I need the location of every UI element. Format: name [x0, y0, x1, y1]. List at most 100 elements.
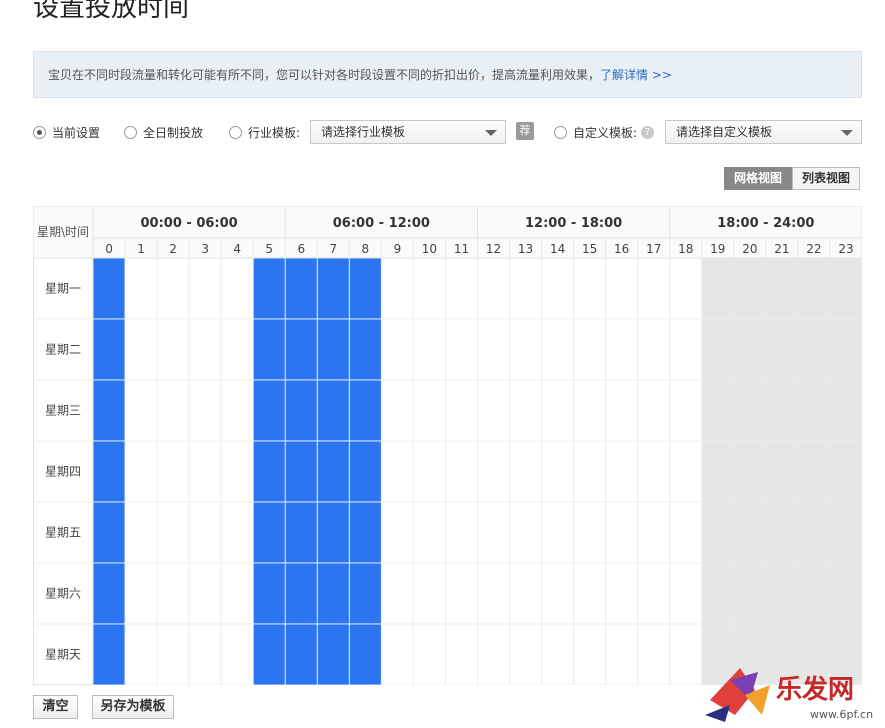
radio-industry-template[interactable] — [229, 126, 242, 139]
time-cell[interactable] — [380, 501, 414, 564]
time-cell[interactable] — [541, 257, 575, 320]
clear-button[interactable]: 清空 — [33, 695, 78, 719]
time-cell[interactable] — [701, 440, 735, 503]
time-cell[interactable] — [444, 562, 479, 625]
time-cell[interactable] — [669, 379, 703, 442]
help-icon[interactable]: ? — [641, 126, 655, 139]
time-cell[interactable] — [124, 562, 158, 625]
time-cell[interactable] — [284, 379, 318, 442]
time-cell[interactable] — [637, 379, 671, 442]
time-cell[interactable] — [92, 562, 126, 625]
time-cell[interactable] — [541, 318, 575, 381]
time-cell[interactable] — [156, 623, 190, 685]
time-cell[interactable] — [765, 257, 799, 320]
time-cell[interactable] — [477, 562, 511, 625]
time-cell[interactable] — [509, 623, 543, 685]
time-cell[interactable] — [380, 318, 414, 381]
time-cell[interactable] — [348, 562, 382, 625]
time-cell[interactable] — [637, 623, 671, 685]
time-cell[interactable] — [284, 318, 318, 381]
time-cell[interactable] — [669, 318, 703, 381]
time-cell[interactable] — [348, 257, 382, 320]
time-cell[interactable] — [412, 440, 446, 503]
time-cell[interactable] — [701, 562, 735, 625]
time-cell[interactable] — [252, 257, 286, 320]
time-cell[interactable] — [316, 562, 350, 625]
time-cell[interactable] — [156, 318, 190, 381]
time-cell[interactable] — [477, 623, 511, 685]
time-cell[interactable] — [284, 257, 318, 320]
time-cell[interactable] — [92, 379, 126, 442]
option-all-day[interactable]: 全日制投放 — [124, 124, 203, 141]
time-cell[interactable] — [797, 562, 831, 625]
time-cell[interactable] — [605, 562, 639, 625]
grid-view-button[interactable]: 网格视图 — [724, 167, 793, 190]
time-cell[interactable] — [477, 501, 511, 564]
save-template-button[interactable]: 另存为模板 — [92, 695, 174, 719]
time-cell[interactable] — [156, 440, 190, 503]
time-cell[interactable] — [637, 257, 671, 320]
time-cell[interactable] — [220, 440, 254, 503]
time-cell[interactable] — [252, 379, 286, 442]
time-cell[interactable] — [348, 318, 382, 381]
time-cell[interactable] — [316, 440, 350, 503]
time-cell[interactable] — [220, 562, 254, 625]
time-cell[interactable] — [509, 257, 543, 320]
time-cell[interactable] — [316, 318, 350, 381]
radio-current-setting[interactable] — [33, 126, 46, 139]
time-cell[interactable] — [380, 562, 414, 625]
time-cell[interactable] — [541, 379, 575, 442]
time-cell[interactable] — [669, 257, 703, 320]
recommend-icon[interactable]: 荐 — [516, 122, 534, 140]
time-cell[interactable] — [444, 318, 479, 381]
time-cell[interactable] — [509, 501, 543, 564]
time-cell[interactable] — [829, 379, 862, 442]
time-cell[interactable] — [412, 318, 446, 381]
time-cell[interactable] — [444, 440, 479, 503]
time-cell[interactable] — [412, 623, 446, 685]
custom-template-select[interactable]: 请选择自定义模板 — [665, 120, 862, 144]
time-cell[interactable] — [797, 318, 831, 381]
time-cell[interactable] — [733, 379, 767, 442]
time-cell[interactable] — [188, 501, 222, 564]
time-cell[interactable] — [124, 623, 158, 685]
time-cell[interactable] — [220, 257, 254, 320]
time-cell[interactable] — [765, 440, 799, 503]
time-cell[interactable] — [765, 318, 799, 381]
time-cell[interactable] — [316, 257, 350, 320]
time-cell[interactable] — [477, 379, 511, 442]
time-cell[interactable] — [252, 440, 286, 503]
time-cell[interactable] — [412, 501, 446, 564]
time-cell[interactable] — [669, 501, 703, 564]
time-cell[interactable] — [701, 257, 735, 320]
time-cell[interactable] — [92, 501, 126, 564]
time-cell[interactable] — [637, 562, 671, 625]
option-industry-template[interactable]: 行业模板: — [229, 124, 300, 141]
time-cell[interactable] — [380, 379, 414, 442]
time-cell[interactable] — [733, 562, 767, 625]
time-cell[interactable] — [188, 318, 222, 381]
time-cell[interactable] — [284, 440, 318, 503]
time-cell[interactable] — [444, 379, 479, 442]
radio-custom-template[interactable] — [554, 126, 567, 139]
time-cell[interactable] — [92, 440, 126, 503]
time-cell[interactable] — [252, 623, 286, 685]
time-cell[interactable] — [509, 440, 543, 503]
time-cell[interactable] — [541, 562, 575, 625]
time-cell[interactable] — [797, 501, 831, 564]
time-cell[interactable] — [701, 318, 735, 381]
time-cell[interactable] — [829, 318, 862, 381]
time-cell[interactable] — [573, 379, 607, 442]
time-cell[interactable] — [220, 623, 254, 685]
time-cell[interactable] — [477, 257, 511, 320]
time-cell[interactable] — [348, 379, 382, 442]
time-cell[interactable] — [669, 623, 703, 685]
time-cell[interactable] — [797, 440, 831, 503]
time-cell[interactable] — [509, 562, 543, 625]
time-cell[interactable] — [797, 257, 831, 320]
time-cell[interactable] — [220, 501, 254, 564]
time-cell[interactable] — [188, 562, 222, 625]
time-cell[interactable] — [765, 562, 799, 625]
time-cell[interactable] — [156, 257, 190, 320]
time-cell[interactable] — [316, 501, 350, 564]
